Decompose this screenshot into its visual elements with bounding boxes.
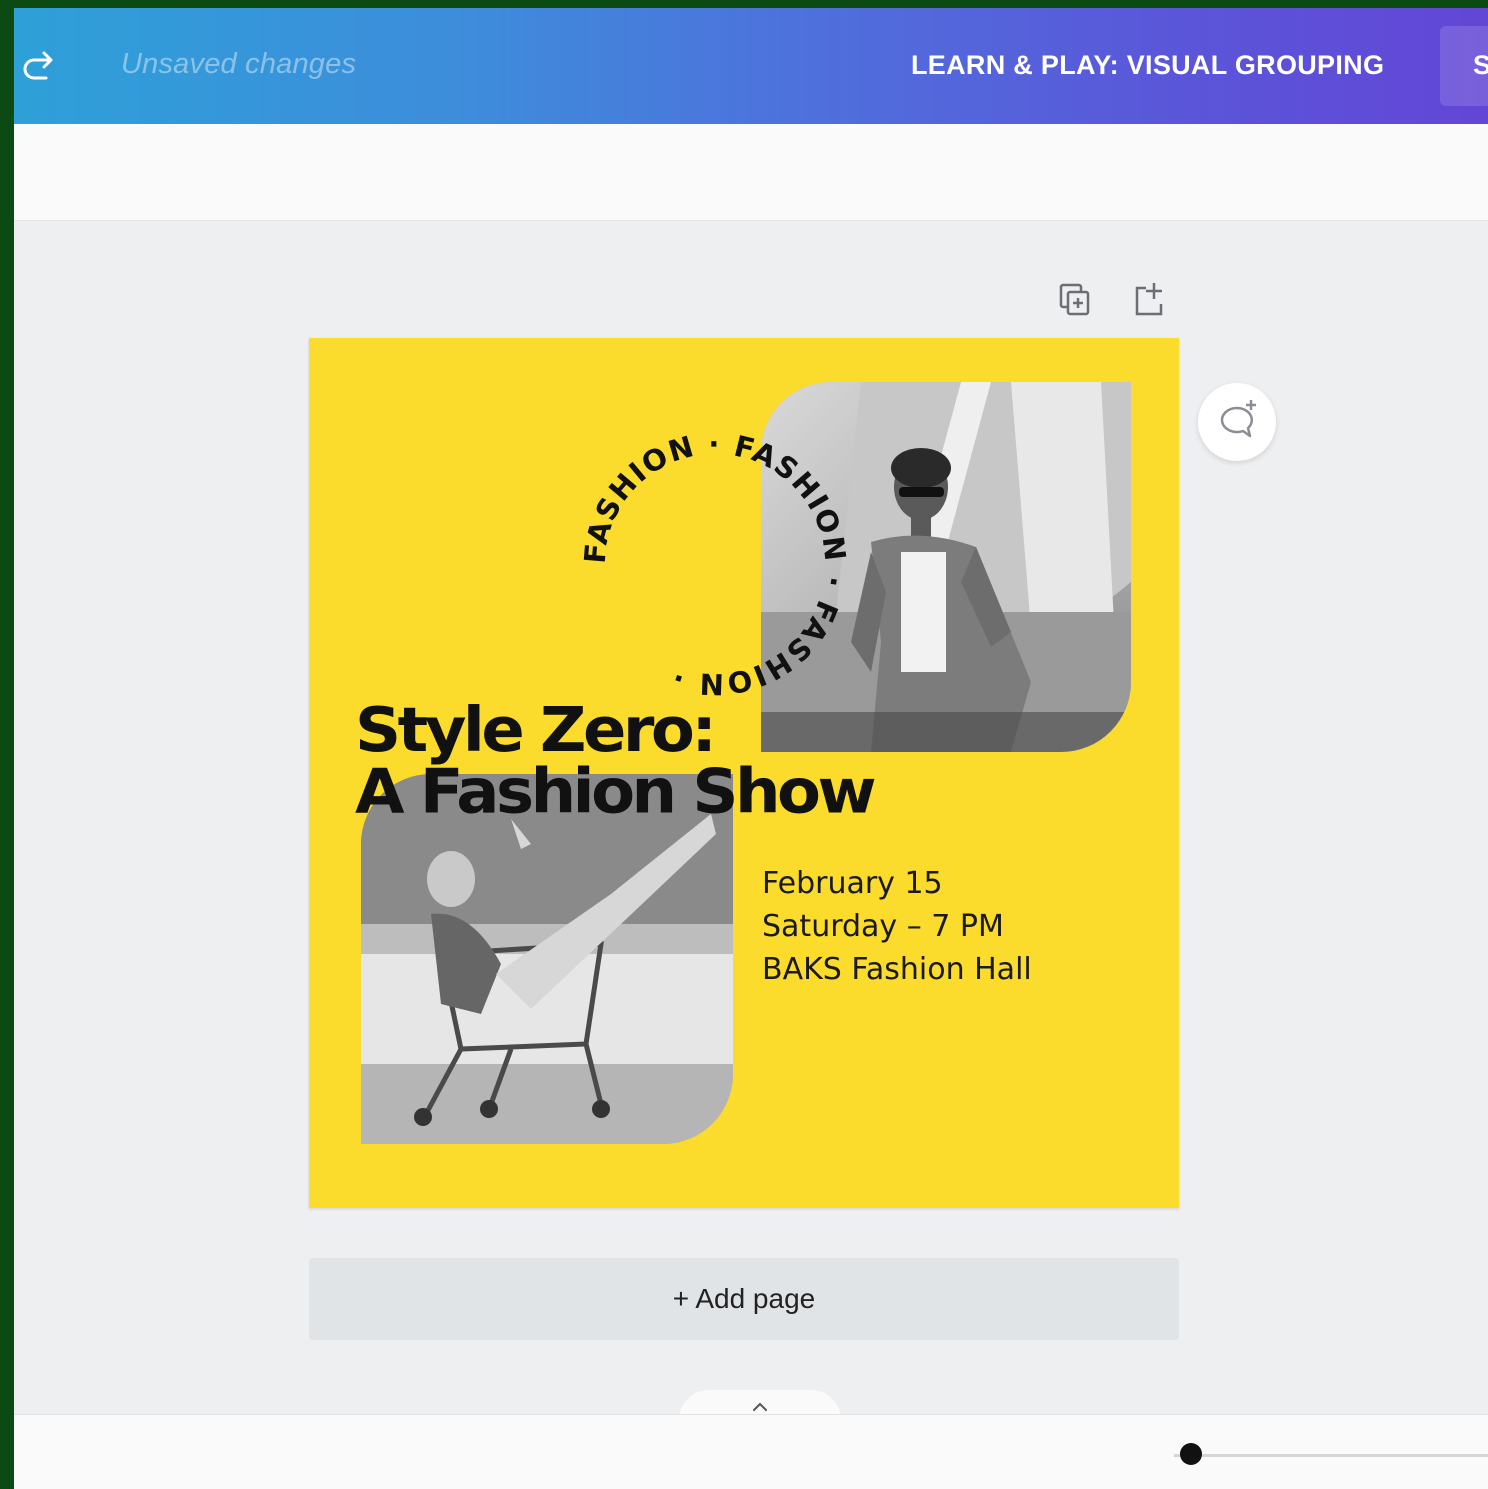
editor-toolbar [14,124,1488,221]
svg-text:FASHION · FASHION · FASHION ·: FASHION · FASHION · FASHION · [578,427,853,701]
model-photo-bottom-image [361,774,733,1144]
bottom-bar [14,1414,1488,1489]
event-time: Saturday – 7 PM [762,909,1004,944]
event-date: February 15 [762,866,943,901]
save-status: Unsaved changes [121,48,357,80]
design-page[interactable]: FASHION · FASHION · FASHION · Style Zero… [309,338,1179,1208]
event-venue: BAKS Fashion Hall [762,952,1032,987]
editor-window: Unsaved changes LEARN & PLAY: VISUAL GRO… [14,8,1488,1489]
fashion-circle-text[interactable]: FASHION · FASHION · FASHION · [577,426,853,702]
headline-line-2: A Fashion Show [355,756,877,828]
duplicate-page-icon [1059,283,1090,316]
project-title[interactable]: LEARN & PLAY: VISUAL GROUPING [911,50,1384,81]
fashion-circle-label: FASHION · FASHION · FASHION · [578,427,851,701]
redo-icon [23,51,53,80]
duplicate-page-button[interactable] [1056,280,1096,320]
headline[interactable]: Style Zero: A Fashion Show [355,695,877,828]
model-photo-bottom[interactable] [361,774,733,1144]
share-button-label: S [1473,50,1488,80]
zoom-slider-track[interactable] [1174,1454,1488,1457]
headline-line-1: Style Zero: [355,695,717,767]
top-bar: Unsaved changes LEARN & PLAY: VISUAL GRO… [14,8,1488,124]
zoom-slider-handle[interactable] [1180,1443,1202,1465]
event-details[interactable]: February 15 Saturday – 7 PM BAKS Fashion… [762,862,1032,991]
redo-button[interactable] [20,50,60,84]
share-button[interactable]: S [1440,26,1488,106]
add-comment-button[interactable] [1198,383,1276,461]
add-comment-icon [1220,400,1256,438]
add-page-button[interactable]: + Add page [309,1258,1179,1340]
add-new-page-button[interactable] [1130,280,1170,320]
add-page-icon [1135,283,1163,316]
